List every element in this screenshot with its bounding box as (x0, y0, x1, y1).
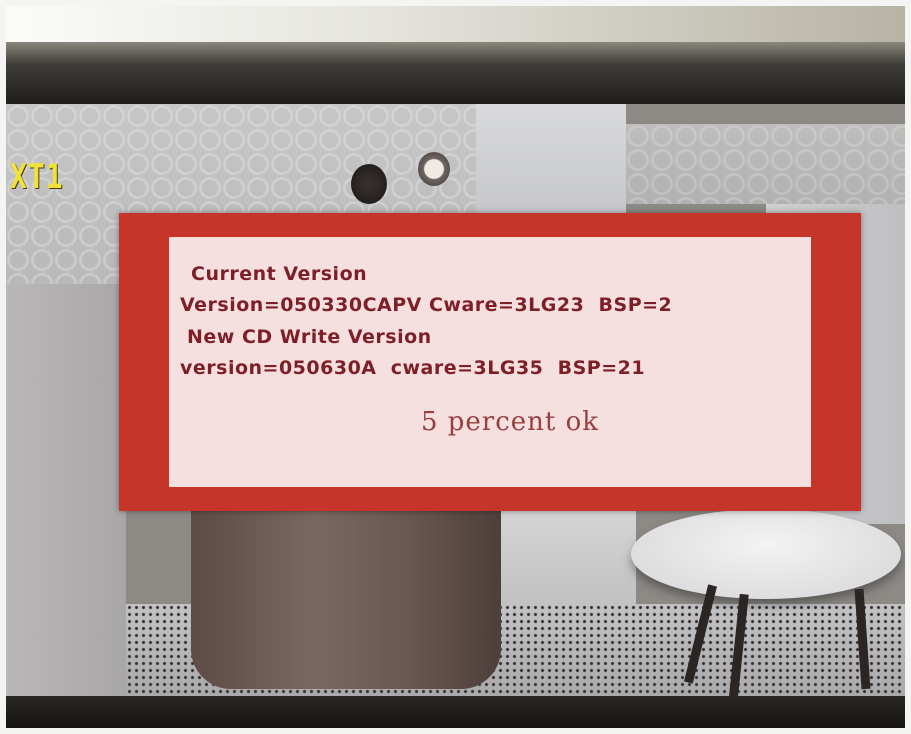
round-table (631, 509, 901, 599)
update-progress-status: 5 percent ok (420, 407, 600, 437)
current-version-info: Version=050330CAPV Cware=3LG23 BSP=2 (180, 294, 673, 316)
tv-screen: XT1 Current Version Version=050330CAPV C… (6, 104, 905, 698)
kitchen-wall (476, 104, 626, 214)
kitchen-cabinet (496, 504, 636, 614)
new-version-heading: New CD Write Version (187, 326, 432, 348)
brick-column (191, 504, 501, 689)
tv-photo: XT1 Current Version Version=050330CAPV C… (6, 6, 905, 728)
wall-clock (418, 152, 450, 186)
patterned-wall-tiles-right (626, 124, 905, 204)
new-version-info: version=050630A cware=3LG35 BSP=21 (180, 357, 646, 379)
left-wall (6, 284, 126, 698)
dialog-content: Current Version Version=050330CAPV Cware… (169, 237, 811, 487)
channel-indicator: XT1 (10, 156, 64, 197)
wall-lamp (351, 164, 387, 204)
tv-bottom-bezel (6, 696, 905, 728)
firmware-update-dialog: Current Version Version=050330CAPV Cware… (119, 213, 861, 511)
tv-top-bezel (6, 42, 905, 106)
current-version-heading: Current Version (191, 263, 368, 285)
